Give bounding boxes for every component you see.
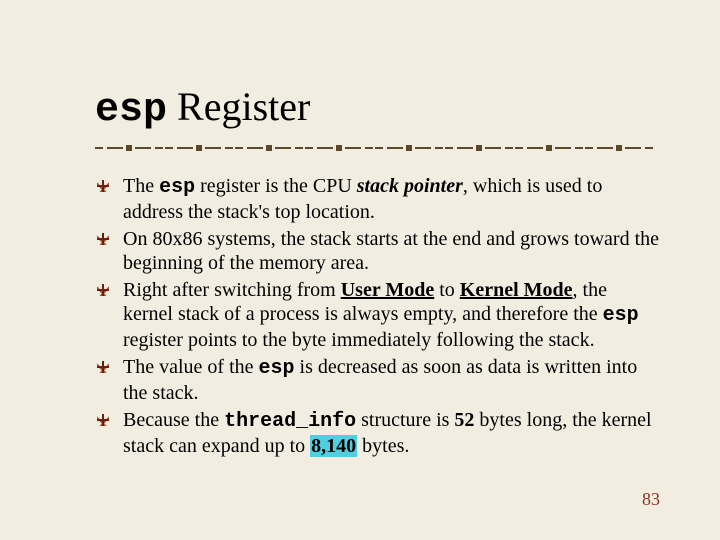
text: bytes. [357,435,409,457]
page-title: esp Register [95,85,660,133]
list-item: Because the thread_info structure is 52 … [95,408,660,459]
page-number: 83 [642,489,660,510]
thread-info-keyword: thread_info [224,410,356,433]
text: register points to the byte immediately … [123,329,595,351]
text: Right after switching from [123,279,341,301]
text: The value of the [123,356,259,378]
number-52: 52 [454,409,474,431]
text: to [434,279,460,301]
divider-ornament [95,141,655,155]
kernel-mode-term: Kernel Mode [460,279,573,301]
text: The [123,175,159,197]
esp-keyword: esp [603,304,639,327]
stack-pointer-term: stack pointer [357,175,463,197]
bullet-list: The esp register is the CPU stack pointe… [95,174,660,458]
text: register is the CPU [195,175,357,197]
text: structure is [356,409,454,431]
slide: esp Register The esp register is the CPU… [0,0,720,540]
number-8140-highlight: 8,140 [310,435,357,457]
text: Because the [123,409,224,431]
text: On 80x86 systems, the stack starts at th… [123,228,659,274]
esp-keyword: esp [159,176,195,199]
list-item: The value of the esp is decreased as soo… [95,355,660,406]
title-esp: esp [95,88,167,133]
list-item: The esp register is the CPU stack pointe… [95,174,660,225]
user-mode-term: User Mode [341,279,435,301]
title-rest: Register [167,84,310,129]
list-item: Right after switching from User Mode to … [95,278,660,353]
esp-keyword: esp [259,357,295,380]
list-item: On 80x86 systems, the stack starts at th… [95,227,660,276]
